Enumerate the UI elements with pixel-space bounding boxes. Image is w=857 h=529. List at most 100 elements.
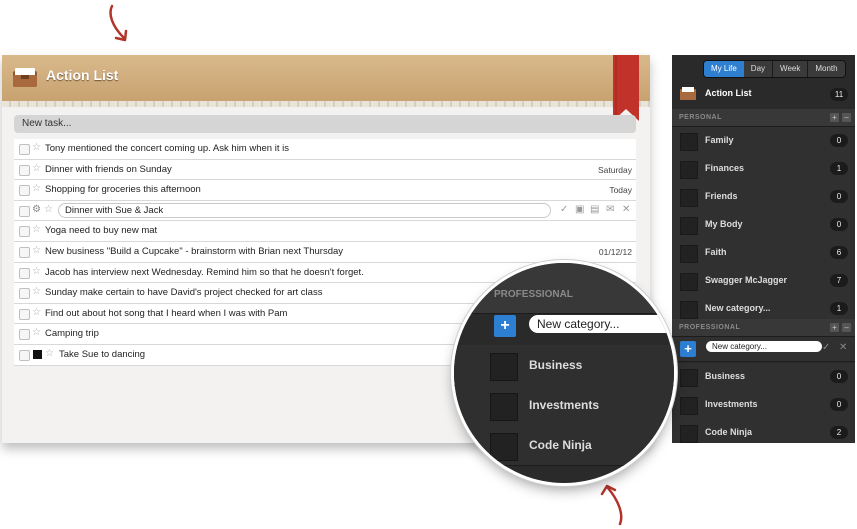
star-icon[interactable]: ☆ bbox=[32, 224, 41, 235]
task-text: Camping trip bbox=[45, 328, 99, 340]
sidebar-item-label: Investments bbox=[705, 399, 758, 409]
collapse-icon[interactable]: – bbox=[842, 323, 851, 332]
section-header-professional: PROFESSIONAL + – bbox=[672, 319, 855, 337]
sidebar-item-label: Swagger McJagger bbox=[705, 275, 788, 285]
new-task-input[interactable]: New task... bbox=[14, 115, 636, 133]
star-icon[interactable]: ☆ bbox=[32, 286, 41, 297]
task-checkbox[interactable] bbox=[19, 349, 30, 361]
star-icon[interactable]: ☆ bbox=[32, 163, 41, 174]
sidebar-item-swagger-mcjagger[interactable]: Swagger McJagger 7 bbox=[672, 267, 855, 296]
view-tabs: My Life Day Week Month bbox=[703, 60, 846, 78]
zoom-item-code-ninja[interactable]: Code Ninja bbox=[454, 425, 674, 466]
add-icon[interactable]: + bbox=[830, 323, 839, 332]
add-category-button[interactable]: + bbox=[680, 341, 696, 357]
sidebar-item-my-body[interactable]: My Body 0 bbox=[672, 211, 855, 240]
task-checkbox[interactable] bbox=[19, 226, 30, 238]
task-row-editing[interactable]: ⚙ ☆ Dinner with Sue & Jack ✓ ▣ ▤ ✉ ✕ bbox=[14, 200, 636, 222]
task-checkbox[interactable] bbox=[19, 308, 30, 320]
tab-my-life[interactable]: My Life bbox=[704, 61, 744, 77]
zoom-item-business[interactable]: Business bbox=[454, 345, 674, 386]
task-edit-input[interactable]: Dinner with Sue & Jack bbox=[58, 202, 551, 218]
sidebar-item-label: Finances bbox=[705, 163, 745, 173]
sidebar-item-business[interactable]: Business 0 bbox=[672, 363, 855, 392]
add-icon[interactable]: + bbox=[830, 113, 839, 122]
star-icon[interactable]: ☆ bbox=[32, 307, 41, 318]
task-text: Yoga need to buy new mat bbox=[45, 225, 158, 237]
category-thumb bbox=[680, 217, 698, 235]
task-text: New business "Build a Cupcake" - brainst… bbox=[45, 245, 344, 257]
mail-icon[interactable]: ✉ bbox=[606, 204, 614, 215]
gear-icon[interactable]: ⚙ bbox=[32, 204, 41, 215]
count-badge: 0 bbox=[830, 218, 848, 231]
calendar-icon[interactable]: ▣ bbox=[575, 204, 584, 215]
bookmark-ribbon-icon bbox=[613, 55, 639, 121]
zoom-section-header: PROFESSIONAL bbox=[454, 263, 674, 314]
category-thumb bbox=[490, 353, 518, 381]
sidebar-item-action-list[interactable]: Action List 11 bbox=[672, 79, 855, 110]
sidebar-item-friends[interactable]: Friends 0 bbox=[672, 183, 855, 212]
new-category-input[interactable]: New category... bbox=[706, 341, 822, 352]
check-icon[interactable]: ✓ bbox=[560, 204, 568, 215]
star-icon[interactable]: ☆ bbox=[32, 183, 41, 194]
task-checkbox[interactable] bbox=[19, 329, 30, 341]
paper-edge bbox=[2, 101, 650, 107]
task-row[interactable]: ☆ New business "Build a Cupcake" - brain… bbox=[14, 241, 636, 263]
category-photo bbox=[680, 425, 698, 443]
count-badge: 1 bbox=[830, 302, 848, 315]
section-header-personal: PERSONAL + – bbox=[672, 109, 855, 127]
task-checkbox[interactable] bbox=[19, 144, 30, 155]
task-row[interactable]: ☆ Dinner with friends on Sunday Saturday bbox=[14, 159, 636, 181]
sidebar-item-label: Family bbox=[705, 135, 734, 145]
sidebar-item-label: Action List bbox=[705, 88, 752, 98]
zoom-callout: PROFESSIONAL + New category... Business … bbox=[454, 263, 674, 483]
zoom-item-label: Investments bbox=[529, 398, 600, 412]
sidebar-item-finances[interactable]: Finances 1 bbox=[672, 155, 855, 184]
count-badge: 2 bbox=[830, 426, 848, 439]
sidebar-item-faith[interactable]: Faith 6 bbox=[672, 239, 855, 268]
task-checkbox[interactable] bbox=[19, 185, 30, 197]
zoom-item-investments[interactable]: Investments bbox=[454, 385, 674, 426]
count-badge: 0 bbox=[830, 134, 848, 147]
color-swatch[interactable] bbox=[33, 349, 42, 359]
star-icon[interactable]: ☆ bbox=[45, 348, 54, 359]
page-title: Action List bbox=[46, 67, 119, 83]
tab-month[interactable]: Month bbox=[807, 61, 845, 77]
count-badge: 1 bbox=[830, 162, 848, 175]
count-badge: 0 bbox=[830, 190, 848, 203]
task-date: 01/12/12 bbox=[598, 246, 632, 257]
task-checkbox[interactable] bbox=[19, 246, 30, 258]
star-icon[interactable]: ☆ bbox=[32, 142, 41, 153]
task-row[interactable]: ☆ Yoga need to buy new mat bbox=[14, 221, 636, 242]
star-icon[interactable]: ☆ bbox=[44, 204, 53, 215]
sidebar-item-investments[interactable]: Investments 0 bbox=[672, 391, 855, 420]
task-text: Shopping for groceries this afternoon bbox=[45, 184, 201, 196]
collapse-icon[interactable]: – bbox=[842, 113, 851, 122]
new-category-input[interactable]: New category... bbox=[529, 315, 674, 333]
new-category-row: + New category... ✓ ✕ bbox=[672, 337, 855, 362]
task-checkbox[interactable] bbox=[19, 164, 30, 176]
close-icon[interactable]: ✕ bbox=[839, 342, 847, 353]
task-checkbox[interactable] bbox=[19, 205, 30, 217]
star-icon[interactable]: ☆ bbox=[32, 327, 41, 338]
section-label: PROFESSIONAL bbox=[679, 324, 741, 331]
category-photo bbox=[490, 433, 518, 461]
sidebar-item-label: Faith bbox=[705, 247, 727, 257]
task-row[interactable]: ☆ Shopping for groceries this afternoon … bbox=[14, 180, 636, 201]
add-category-button[interactable]: + bbox=[494, 315, 516, 337]
star-icon[interactable]: ☆ bbox=[32, 266, 41, 277]
sidebar-item-family[interactable]: Family 0 bbox=[672, 127, 855, 156]
task-checkbox[interactable] bbox=[19, 267, 30, 279]
task-row[interactable]: ☆ Tony mentioned the concert coming up. … bbox=[14, 139, 636, 160]
close-icon[interactable]: ✕ bbox=[622, 204, 630, 215]
tab-day[interactable]: Day bbox=[743, 61, 773, 77]
tab-week[interactable]: Week bbox=[772, 61, 808, 77]
category-thumb bbox=[680, 397, 698, 415]
sidebar-item-code-ninja[interactable]: Code Ninja 2 bbox=[672, 419, 855, 443]
window-header: Action List bbox=[2, 55, 650, 102]
star-icon[interactable]: ☆ bbox=[32, 245, 41, 256]
category-thumb bbox=[680, 161, 698, 179]
task-checkbox[interactable] bbox=[19, 288, 30, 300]
zoom-item-label: Code Ninja bbox=[529, 438, 592, 452]
note-icon[interactable]: ▤ bbox=[590, 204, 599, 215]
check-icon[interactable]: ✓ bbox=[822, 342, 830, 353]
